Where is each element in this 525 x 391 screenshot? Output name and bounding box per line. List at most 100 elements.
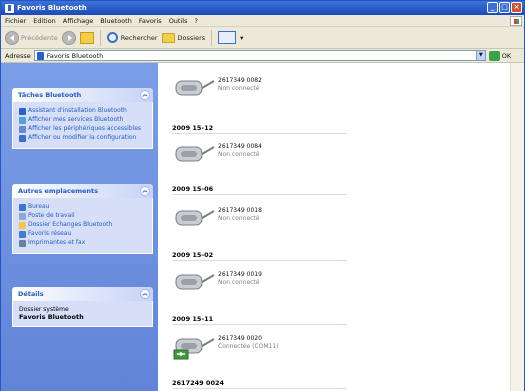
serial-port-icon	[175, 146, 215, 162]
title-bar[interactable]: Favoris Bluetooth _ □ ×	[1, 1, 524, 15]
other-places-panel: Autres emplacements ︽ Bureau Poste de tr…	[12, 184, 153, 254]
bluetooth-wizard-icon	[19, 107, 26, 115]
device-status: Non connecté	[218, 151, 260, 158]
folders-icon	[161, 32, 175, 43]
serial-port-icon	[175, 274, 215, 290]
services-icon	[19, 116, 26, 124]
device-item[interactable]: 2617349 0084 Non connecté	[172, 141, 352, 169]
menu-tools[interactable]: Outils	[169, 17, 188, 25]
serial-port-icon	[175, 210, 215, 226]
folder-up-icon[interactable]	[79, 31, 94, 44]
device-name: 2617349 0018	[218, 207, 262, 214]
address-dropdown-icon[interactable]: ▼	[475, 51, 485, 60]
device-status: Non connecté	[218, 279, 260, 286]
device-item[interactable]: 2617349 0019 Non connecté	[172, 269, 352, 297]
menu-edit[interactable]: Edition	[33, 17, 56, 25]
task-my-services[interactable]: Afficher mes services Bluetooth	[19, 116, 146, 124]
menu-bluetooth[interactable]: Bluetooth	[100, 17, 132, 25]
device-item[interactable]: 2617349 0082 Non connecté	[172, 75, 352, 103]
details-type: Dossier système	[19, 306, 69, 313]
toolbar: Précédente Rechercher Dossiers ▾	[1, 27, 524, 49]
bluetooth-icon	[36, 51, 44, 60]
window-controls: _ □ ×	[487, 2, 522, 13]
other-places-body: Bureau Poste de travail Dossier Echanges…	[12, 198, 153, 254]
printer-icon	[19, 239, 26, 247]
group-header: 2009 15-06	[172, 185, 347, 195]
details-body: Dossier système Favoris Bluetooth	[12, 301, 153, 327]
address-value: Favoris Bluetooth	[46, 51, 104, 60]
group-header: 2009 15-11	[172, 315, 347, 325]
configuration-icon	[19, 134, 26, 142]
connected-serial-port-icon	[173, 338, 215, 360]
collapse-chevron-icon[interactable]: ︽	[140, 90, 150, 100]
serial-port-icon	[175, 80, 215, 96]
search-icon	[106, 32, 118, 43]
bluetooth-tasks-panel: Tâches Bluetooth ︽ Assistant d'installat…	[12, 88, 153, 149]
collapse-chevron-icon[interactable]: ︽	[140, 186, 150, 196]
group-header: 2009 15-12	[172, 124, 347, 134]
views-icon[interactable]	[218, 31, 237, 44]
task-configuration[interactable]: Afficher ou modifier la configuration	[19, 134, 146, 142]
back-button[interactable]: Précédente	[5, 30, 58, 45]
place-label: Dossier Echanges Bluetooth	[28, 221, 113, 228]
place-bluetooth-exchange[interactable]: Dossier Echanges Bluetooth	[19, 221, 146, 229]
device-name: 2617349 0019	[218, 271, 262, 278]
place-label: Imprimantes et fax	[28, 239, 86, 246]
search-button[interactable]: Rechercher	[106, 32, 158, 43]
place-label: Favoris réseau	[28, 230, 72, 237]
collapse-chevron-icon[interactable]: ︽	[140, 289, 150, 299]
task-accessible-devices[interactable]: Afficher les périphériques accessibles	[19, 125, 146, 133]
go-arrow-icon	[488, 50, 500, 61]
folders-label: Dossiers	[177, 33, 206, 42]
place-label: Bureau	[28, 203, 50, 210]
toolbar-separator-2	[211, 29, 213, 46]
windows-flag-icon	[510, 16, 522, 26]
maximize-button[interactable]: □	[499, 2, 510, 13]
device-status: Non connecté	[218, 215, 260, 222]
bluetooth-folder-icon	[5, 3, 14, 13]
details-panel: Détails ︽ Dossier système Favoris Blueto…	[12, 287, 153, 327]
address-field[interactable]: Favoris Bluetooth ▼	[33, 50, 486, 61]
go-button[interactable]: OK	[488, 50, 512, 61]
task-label: Afficher ou modifier la configuration	[28, 134, 137, 141]
device-name: 2617349 0082	[218, 77, 262, 84]
menu-help[interactable]: ?	[194, 17, 197, 25]
task-label: Afficher les périphériques accessibles	[28, 125, 142, 132]
views-dropdown-icon[interactable]: ▾	[240, 34, 243, 42]
devices-icon	[19, 125, 26, 133]
vertical-scrollbar[interactable]	[510, 63, 524, 391]
place-printers[interactable]: Imprimantes et fax	[19, 239, 146, 247]
details-name: Favoris Bluetooth	[19, 313, 84, 321]
details-header[interactable]: Détails ︽	[12, 287, 153, 301]
bluetooth-tasks-header[interactable]: Tâches Bluetooth ︽	[12, 88, 153, 102]
folder-content: 2617349 0082 Non connecté 2009 15-12 261…	[158, 63, 510, 391]
bluetooth-tasks-title: Tâches Bluetooth	[18, 91, 82, 99]
minimize-button[interactable]: _	[487, 2, 498, 13]
task-label: Assistant d'installation Bluetooth	[28, 107, 127, 114]
explorer-window: Favoris Bluetooth _ □ × Fichier Edition …	[0, 0, 525, 391]
task-setup-wizard[interactable]: Assistant d'installation Bluetooth	[19, 107, 146, 115]
close-button[interactable]: ×	[511, 2, 522, 13]
back-label: Précédente	[21, 33, 58, 42]
go-label: OK	[501, 51, 512, 60]
window-title: Favoris Bluetooth	[17, 4, 87, 12]
place-network[interactable]: Favoris réseau	[19, 230, 146, 238]
device-item[interactable]: 2617349 0020 Connectée (COM11)	[172, 333, 352, 361]
folders-button[interactable]: Dossiers	[161, 32, 206, 43]
other-places-title: Autres emplacements	[18, 187, 99, 195]
group-header: 2009 15-02	[172, 251, 347, 261]
place-label: Poste de travail	[28, 212, 75, 219]
device-item[interactable]: 2617349 0018 Non connecté	[172, 205, 352, 233]
details-title: Détails	[18, 290, 44, 298]
toolbar-separator	[99, 29, 101, 46]
device-name: 2617349 0084	[218, 143, 262, 150]
other-places-header[interactable]: Autres emplacements ︽	[12, 184, 153, 198]
menu-favorites[interactable]: Favoris	[139, 17, 162, 25]
device-status: Connectée (COM11)	[218, 343, 279, 350]
forward-button[interactable]	[61, 30, 76, 45]
menu-file[interactable]: Fichier	[5, 17, 26, 25]
place-desktop[interactable]: Bureau	[19, 203, 146, 211]
place-my-computer[interactable]: Poste de travail	[19, 212, 146, 220]
device-name: 2617349 0020	[218, 335, 262, 342]
menu-view[interactable]: Affichage	[63, 17, 94, 25]
